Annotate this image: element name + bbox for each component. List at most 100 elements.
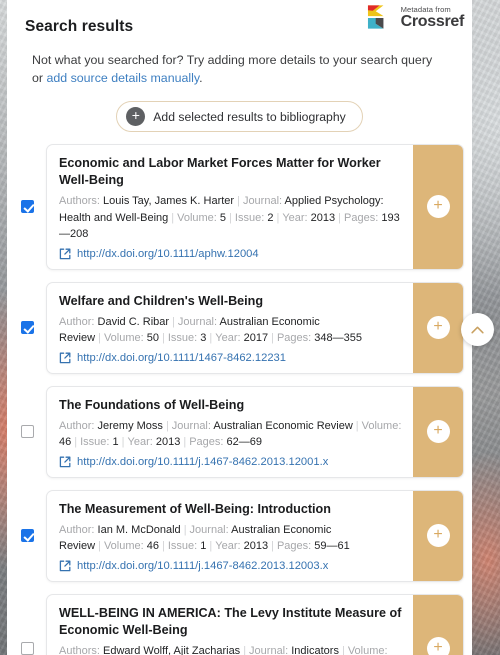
authors-value: Edward Wolff, Ajit Zacharias xyxy=(103,644,241,655)
result-metadata: Authors: Louis Tay, James K. Harter | Jour… xyxy=(59,193,403,243)
add-result-button[interactable]: + xyxy=(413,282,463,373)
result-title: Economic and Labor Market Forces Matter … xyxy=(59,156,381,187)
plus-icon: + xyxy=(426,195,450,219)
meta-separator: | xyxy=(183,436,187,448)
meta-separator: | xyxy=(172,315,175,328)
doi-link[interactable]: http://dx.doi.org/10.1111/aphw.12004 xyxy=(77,248,259,260)
result-card-body: The Foundations of Well-Being Author: Jer… xyxy=(47,387,413,477)
volume-label: Volume: xyxy=(103,540,144,552)
authors-value: Ian M. McDonald xyxy=(97,523,181,536)
result-select-checkbox[interactable] xyxy=(21,529,34,542)
plus-icon: + xyxy=(426,316,450,339)
plus-icon: + xyxy=(426,636,450,655)
result-metadata: Authors: Edward Wolff, Ajit Zacharias | Jo… xyxy=(59,643,403,655)
result-row: Welfare and Children's Well-Being Author:… xyxy=(7,281,472,374)
year-value: 2017 xyxy=(243,332,269,344)
add-result-button[interactable]: + xyxy=(413,594,463,655)
year-value: 2013 xyxy=(243,540,269,552)
meta-separator: | xyxy=(162,540,165,552)
meta-separator: | xyxy=(171,211,175,224)
doi-link[interactable]: http://dx.doi.org/10.1111/j.1467-8462.20… xyxy=(77,456,328,468)
result-checkbox-cell xyxy=(21,641,46,655)
external-link-icon xyxy=(59,560,71,571)
add-result-button[interactable]: + xyxy=(413,145,463,269)
journal-label: Journal: xyxy=(177,315,218,328)
result-card: The Measurement of Well-Being: Introduct… xyxy=(46,489,464,582)
volume-label: Volume: xyxy=(347,644,388,655)
pages-label: Pages: xyxy=(276,540,312,552)
add-result-button[interactable]: + xyxy=(413,490,463,581)
add-source-manually-link[interactable]: add source details manually xyxy=(46,71,199,85)
result-card-body: Welfare and Children's Well-Being Author:… xyxy=(47,283,413,373)
authors-label: Authors: xyxy=(59,195,100,207)
year-label: Year: xyxy=(215,332,241,344)
meta-separator: | xyxy=(229,211,232,224)
meta-separator: | xyxy=(338,211,342,224)
authors-label: Author: xyxy=(59,419,95,432)
result-select-checkbox[interactable] xyxy=(21,641,34,655)
result-card: The Foundations of Well-Being Author: Jer… xyxy=(46,385,464,478)
doi-link[interactable]: http://dx.doi.org/10.1111/j.1467-8462.20… xyxy=(77,560,328,572)
volume-value: 46 xyxy=(59,436,72,448)
meta-separator: | xyxy=(165,419,169,432)
result-row: WELL-BEING IN AMERICA: The Levy Institut… xyxy=(7,593,472,655)
meta-separator: | xyxy=(271,540,274,552)
issue-label: Issue: xyxy=(167,332,198,344)
doi-line: http://dx.doi.org/10.1111/j.1467-8462.20… xyxy=(59,560,403,572)
meta-separator: | xyxy=(276,211,280,224)
result-card: Economic and Labor Market Forces Matter … xyxy=(46,144,464,270)
plus-icon: + xyxy=(426,524,450,547)
crossref-meta-text: Metadata from xyxy=(400,4,451,14)
result-row: Economic and Labor Market Forces Matter … xyxy=(7,144,472,270)
scroll-to-top-button[interactable] xyxy=(461,313,494,346)
doi-line: http://dx.doi.org/10.1111/j.1467-8462.20… xyxy=(59,456,403,468)
result-card-body: Economic and Labor Market Forces Matter … xyxy=(47,145,413,269)
authors-label: Author: xyxy=(59,315,95,328)
journal-value: Australian Economic Review xyxy=(213,419,353,432)
meta-separator: | xyxy=(341,644,345,655)
add-selected-to-bibliography-button[interactable]: + Add selected results to bibliography xyxy=(116,101,363,132)
result-row: The Measurement of Well-Being: Introduct… xyxy=(7,489,472,582)
pages-value: 59—61 xyxy=(314,540,350,552)
pages-label: Pages: xyxy=(189,436,224,448)
result-checkbox-cell xyxy=(21,425,46,438)
result-row: The Foundations of Well-Being Author: Jer… xyxy=(7,385,472,478)
external-link-icon xyxy=(59,352,71,363)
doi-link[interactable]: http://dx.doi.org/10.1111/1467-8462.1223… xyxy=(77,352,286,364)
authors-label: Author: xyxy=(59,523,95,536)
volume-label: Volume: xyxy=(177,211,217,224)
add-selected-label: Add selected results to bibliography xyxy=(153,109,346,124)
year-label: Year: xyxy=(215,540,241,552)
panel-header: Search results Metadata from Crossref xyxy=(7,0,472,46)
crossref-mark-icon xyxy=(367,5,384,29)
journal-label: Journal: xyxy=(189,523,229,536)
result-card: WELL-BEING IN AMERICA: The Levy Institut… xyxy=(46,593,464,655)
volume-label: Volume: xyxy=(103,332,144,344)
search-results-list: Economic and Labor Market Forces Matter … xyxy=(7,144,472,655)
result-select-checkbox[interactable] xyxy=(21,321,34,334)
authors-value: Louis Tay, James K. Harter xyxy=(103,195,235,207)
meta-separator: | xyxy=(183,523,187,536)
meta-separator: | xyxy=(74,436,78,448)
meta-separator: | xyxy=(209,540,213,552)
external-link-icon xyxy=(59,248,71,259)
result-card-body: The Measurement of Well-Being: Introduct… xyxy=(47,491,413,581)
pages-value: 62—69 xyxy=(226,436,263,448)
add-result-button[interactable]: + xyxy=(413,386,463,477)
meta-separator: | xyxy=(209,332,213,344)
result-card: Welfare and Children's Well-Being Author:… xyxy=(46,281,464,374)
issue-label: Issue: xyxy=(234,211,265,224)
journal-label: Journal: xyxy=(242,195,283,207)
issue-label: Issue: xyxy=(80,436,110,448)
crossref-brand-text: Crossref xyxy=(400,13,465,31)
crossref-wordmark: Metadata from Crossref xyxy=(400,4,465,31)
result-select-checkbox[interactable] xyxy=(21,200,34,214)
plus-icon: + xyxy=(426,420,450,443)
intro-text-after: . xyxy=(199,71,203,85)
chevron-up-icon xyxy=(471,326,484,333)
external-link-icon xyxy=(59,456,71,467)
result-checkbox-cell xyxy=(21,200,46,214)
result-select-checkbox[interactable] xyxy=(21,425,34,438)
meta-separator: | xyxy=(121,436,125,448)
issue-value: 1 xyxy=(112,436,119,448)
